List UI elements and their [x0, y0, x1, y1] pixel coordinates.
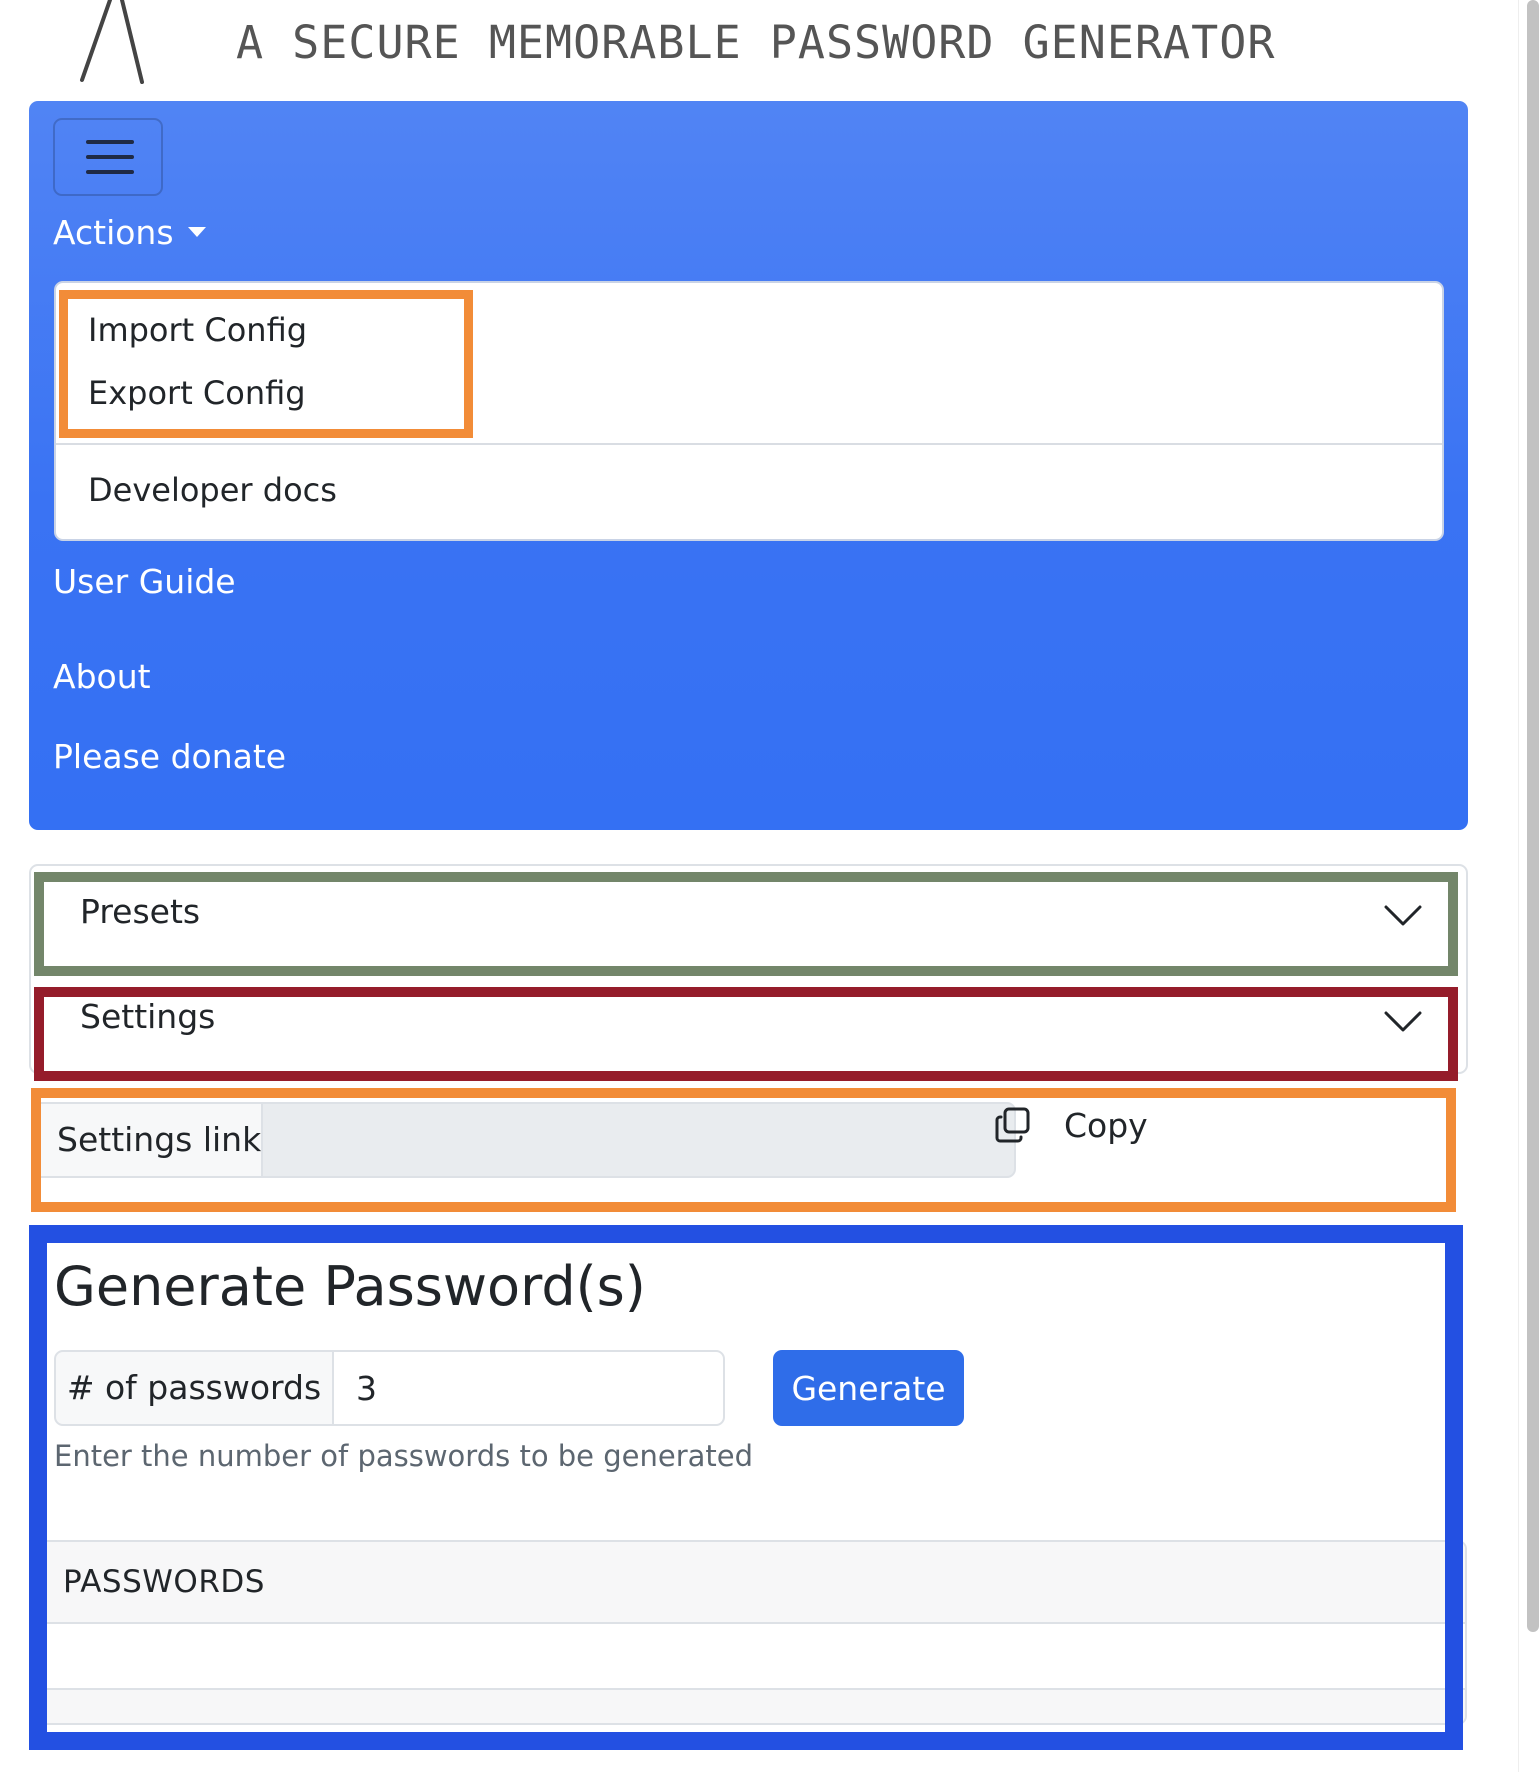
- accordion-presets-header[interactable]: Presets: [34, 872, 1458, 976]
- nav-link-please-donate[interactable]: Please donate: [53, 737, 286, 776]
- chevron-down-icon: [1384, 1011, 1422, 1032]
- dropdown-divider: [56, 443, 1442, 445]
- copy-settings-link-button[interactable]: Copy: [990, 1100, 1148, 1150]
- copy-icon: [995, 1107, 1030, 1143]
- presets-label: Presets: [80, 892, 201, 931]
- caret-down-icon: [187, 226, 206, 237]
- actions-label: Actions: [53, 213, 174, 252]
- dropdown-item-developer-docs[interactable]: Developer docs: [88, 471, 337, 509]
- nav-link-about[interactable]: About: [53, 657, 151, 696]
- chevron-down-icon: [1384, 905, 1422, 926]
- dropdown-item-import-config[interactable]: Import Config: [88, 311, 307, 349]
- navbar-toggler-button[interactable]: [53, 118, 163, 196]
- num-passwords-input[interactable]: [332, 1350, 725, 1426]
- dropdown-item-export-config[interactable]: Export Config: [88, 374, 306, 412]
- settings-link-label: Settings link: [31, 1102, 263, 1178]
- table-row: [47, 1624, 1465, 1690]
- logo-figure-icon: [80, 0, 144, 84]
- num-passwords-help-text: Enter the number of passwords to be gene…: [54, 1439, 754, 1473]
- generate-section: Generate Password(s) # of passwords Gene…: [29, 1225, 1467, 1750]
- table-row: [47, 1690, 1465, 1723]
- generate-button[interactable]: Generate: [773, 1350, 964, 1426]
- passwords-table-header: PASSWORDS: [47, 1542, 1465, 1624]
- navbar: Actions Import Config Export Config Deve…: [29, 101, 1468, 830]
- passwords-table: PASSWORDS: [47, 1540, 1467, 1725]
- scrollbar-thumb[interactable]: [1527, 0, 1539, 1632]
- actions-dropdown-menu: Import Config Export Config Developer do…: [54, 281, 1444, 541]
- nav-link-user-guide[interactable]: User Guide: [53, 562, 236, 601]
- copy-label: Copy: [1064, 1105, 1148, 1145]
- accordion-settings-header[interactable]: Settings: [34, 987, 1458, 1081]
- settings-label: Settings: [80, 997, 216, 1036]
- settings-link-input[interactable]: [261, 1102, 1016, 1178]
- page: A SECURE MEMORABLE PASSWORD GENERATOR Ac…: [0, 0, 1540, 1772]
- actions-dropdown-toggle[interactable]: Actions: [53, 213, 206, 252]
- generate-title: Generate Password(s): [54, 1255, 646, 1318]
- settings-link-group: Settings link: [31, 1102, 1016, 1178]
- passwords-header-label: PASSWORDS: [63, 1564, 265, 1600]
- num-passwords-label: # of passwords: [54, 1350, 334, 1426]
- site-tagline: A SECURE MEMORABLE PASSWORD GENERATOR: [236, 16, 1276, 69]
